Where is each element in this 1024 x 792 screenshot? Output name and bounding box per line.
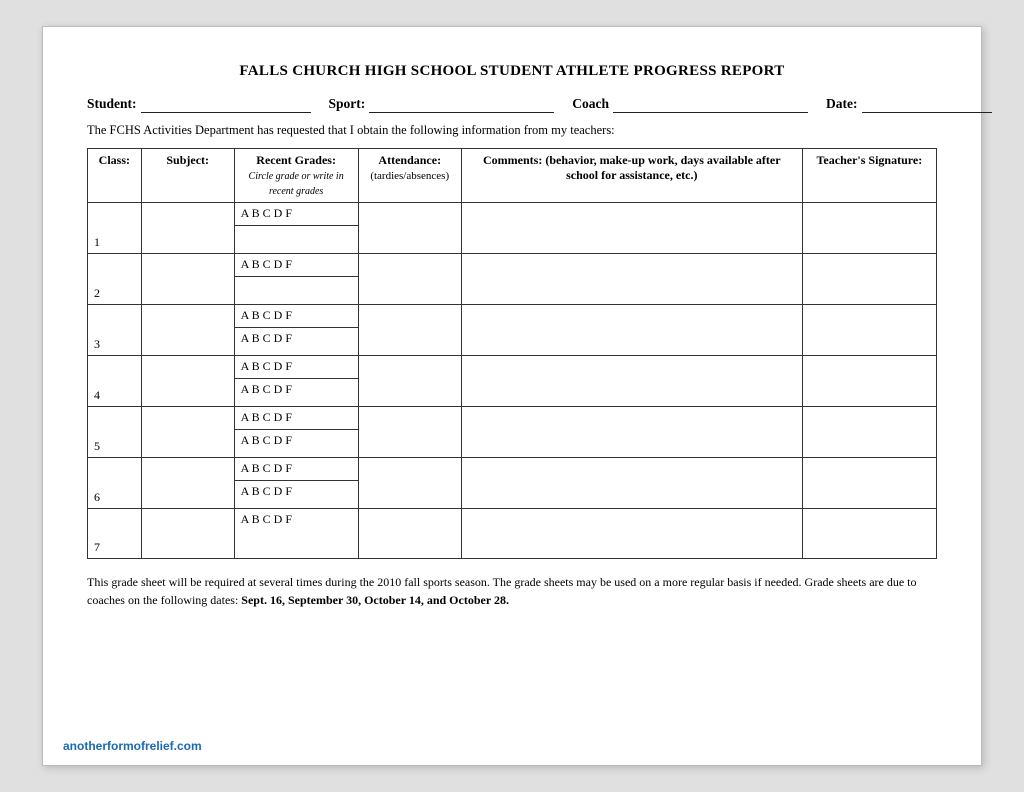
- sport-field: Sport:: [329, 96, 555, 113]
- date-field: Date:: [826, 96, 991, 113]
- coach-field: Coach: [572, 96, 808, 113]
- row-comments-6: [461, 458, 802, 509]
- grades-sub-label: Circle grade or write in recent grades: [249, 171, 344, 197]
- row-comments-7: [461, 509, 802, 559]
- row-grades-4: A B C D F: [234, 356, 358, 379]
- col-attendance-header: Attendance: (tardies/absences): [358, 149, 461, 203]
- row-signature-7: [802, 509, 936, 559]
- row-grades-7: A B C D F: [234, 509, 358, 559]
- row-subject-7: [141, 509, 234, 559]
- row-comments-2: [461, 254, 802, 305]
- row-attendance-6: [358, 458, 461, 509]
- grades-main-label: Recent Grades:: [256, 153, 336, 167]
- table-row: 3 A B C D F: [88, 305, 937, 328]
- intro-text: The FCHS Activities Department has reque…: [87, 123, 937, 138]
- table-row: 2 A B C D F: [88, 254, 937, 277]
- progress-table: Class: Subject: Recent Grades: Circle gr…: [87, 148, 937, 559]
- row-grades-2: A B C D F: [234, 254, 358, 277]
- row-attendance-5: [358, 407, 461, 458]
- student-label: Student:: [87, 96, 137, 112]
- page: FALLS CHURCH HIGH SCHOOL STUDENT ATHLETE…: [42, 26, 982, 766]
- col-grades-header: Recent Grades: Circle grade or write in …: [234, 149, 358, 203]
- table-row: 1 A B C D F: [88, 203, 937, 226]
- table-header-row: Class: Subject: Recent Grades: Circle gr…: [88, 149, 937, 203]
- row-num-5: 5: [88, 407, 142, 458]
- row-grades-3: A B C D F: [234, 305, 358, 328]
- table-row: 7 A B C D F: [88, 509, 937, 559]
- row-signature-1: [802, 203, 936, 254]
- row-subject-3: [141, 305, 234, 356]
- table-row: 4 A B C D F: [88, 356, 937, 379]
- row-attendance-2: [358, 254, 461, 305]
- row-grades-6: A B C D F: [234, 458, 358, 481]
- row-grades-1: A B C D F: [234, 203, 358, 226]
- row-grades-3b: A B C D F: [234, 328, 358, 356]
- attendance-main-label: Attendance:: [378, 153, 441, 167]
- row-comments-4: [461, 356, 802, 407]
- row-subject-1: [141, 203, 234, 254]
- col-signature-header: Teacher's Signature:: [802, 149, 936, 203]
- row-attendance-7: [358, 509, 461, 559]
- row-attendance-3: [358, 305, 461, 356]
- col-class-header: Class:: [88, 149, 142, 203]
- row-grades-5b: A B C D F: [234, 430, 358, 458]
- row-subject-5: [141, 407, 234, 458]
- footer-text: This grade sheet will be required at sev…: [87, 573, 937, 609]
- row-signature-5: [802, 407, 936, 458]
- sport-label: Sport:: [329, 96, 366, 112]
- row-comments-1: [461, 203, 802, 254]
- coach-label: Coach: [572, 96, 609, 112]
- row-comments-3: [461, 305, 802, 356]
- page-title: FALLS CHURCH HIGH SCHOOL STUDENT ATHLETE…: [87, 63, 937, 80]
- table-row: 5 A B C D F: [88, 407, 937, 430]
- row-attendance-4: [358, 356, 461, 407]
- col-comments-header: Comments: (behavior, make-up work, days …: [461, 149, 802, 203]
- attendance-sub-label: (tardies/absences): [370, 170, 449, 182]
- date-label: Date:: [826, 96, 857, 112]
- row-grades-2b: [234, 277, 358, 305]
- row-signature-4: [802, 356, 936, 407]
- table-row: 6 A B C D F: [88, 458, 937, 481]
- row-grades-6b: A B C D F: [234, 481, 358, 509]
- student-field: Student:: [87, 96, 311, 113]
- row-num-6: 6: [88, 458, 142, 509]
- header-row: Student: Sport: Coach Date:: [87, 96, 937, 113]
- row-num-7: 7: [88, 509, 142, 559]
- row-grades-4b: A B C D F: [234, 379, 358, 407]
- watermark: anotherformofrelief.com: [63, 739, 202, 753]
- row-signature-3: [802, 305, 936, 356]
- row-subject-6: [141, 458, 234, 509]
- row-attendance-1: [358, 203, 461, 254]
- col-subject-header: Subject:: [141, 149, 234, 203]
- row-grades-1b: [234, 226, 358, 254]
- row-num-1: 1: [88, 203, 142, 254]
- row-grades-5: A B C D F: [234, 407, 358, 430]
- row-num-3: 3: [88, 305, 142, 356]
- row-signature-2: [802, 254, 936, 305]
- row-comments-5: [461, 407, 802, 458]
- row-signature-6: [802, 458, 936, 509]
- row-num-2: 2: [88, 254, 142, 305]
- row-subject-4: [141, 356, 234, 407]
- row-num-4: 4: [88, 356, 142, 407]
- footer-bold: Sept. 16, September 30, October 14, and …: [241, 593, 509, 607]
- row-subject-2: [141, 254, 234, 305]
